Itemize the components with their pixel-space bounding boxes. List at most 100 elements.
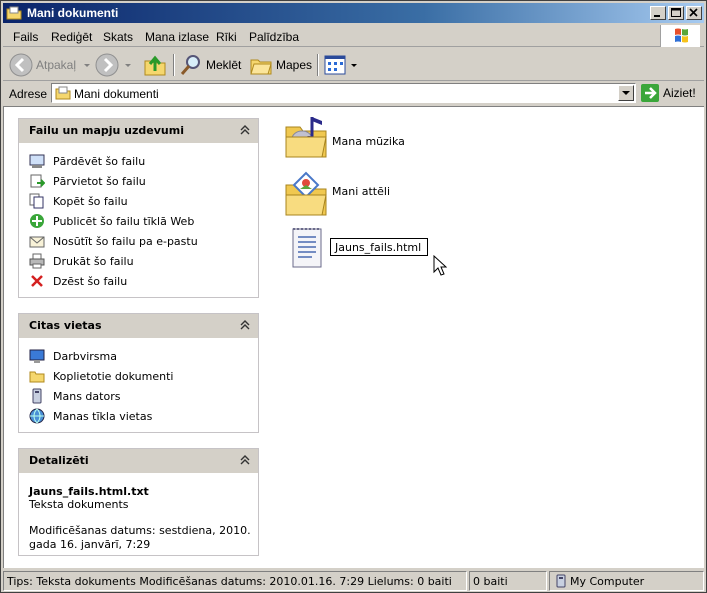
menu-help[interactable]: Palīdzība bbox=[249, 30, 299, 44]
chevron-down-icon bbox=[84, 64, 91, 67]
close-button[interactable] bbox=[686, 6, 702, 20]
email-icon bbox=[29, 233, 47, 249]
forward-arrow-icon bbox=[95, 53, 119, 77]
status-zone-text: My Computer bbox=[570, 575, 645, 588]
text-document-icon bbox=[290, 225, 324, 272]
computer-icon bbox=[554, 574, 568, 591]
menu-favorites[interactable]: Mana izlase bbox=[145, 30, 209, 44]
toolbar: Atpakaļ Meklēt Mapes bbox=[3, 49, 704, 81]
place-my-computer[interactable]: Mans dators bbox=[29, 386, 258, 406]
go-arrow-icon bbox=[641, 84, 659, 102]
details-modified-line2: gada 16. janvārī, 7:29 bbox=[29, 538, 151, 551]
status-size: 0 baiti bbox=[469, 571, 547, 591]
panel-title: Detalizēti bbox=[29, 454, 89, 467]
file-label: Mana mūzika bbox=[332, 135, 405, 148]
address-bar: Adrese Mani dokumenti Aiziet! bbox=[3, 82, 704, 104]
close-icon bbox=[689, 8, 698, 17]
views-icon bbox=[324, 55, 346, 75]
address-input[interactable]: Mani dokumenti bbox=[51, 83, 636, 103]
place-network[interactable]: Manas tīkla vietas bbox=[29, 406, 258, 426]
back-button[interactable]: Atpakaļ bbox=[9, 52, 92, 78]
views-button[interactable] bbox=[323, 52, 359, 78]
task-label: Drukāt šo failu bbox=[53, 254, 134, 268]
up-folder-icon bbox=[144, 55, 166, 76]
address-dropdown-button[interactable] bbox=[618, 85, 634, 101]
folders-icon bbox=[250, 59, 272, 75]
status-bar: Tips: Teksta dokuments Modificēšanas dat… bbox=[3, 570, 704, 591]
collapse-chevron-icon[interactable] bbox=[240, 454, 250, 469]
menu-view[interactable]: Skats bbox=[103, 30, 133, 44]
menu-bar: Fails Rediģēt Skats Mana izlase Rīki Pal… bbox=[3, 25, 704, 47]
task-label: Dzēst šo failu bbox=[53, 274, 128, 288]
toolbar-separator bbox=[317, 54, 319, 76]
search-icon bbox=[180, 55, 200, 75]
maximize-button[interactable] bbox=[668, 6, 684, 20]
file-item-my-music[interactable]: Mana mūzika bbox=[284, 113, 424, 161]
chevron-down-icon bbox=[125, 64, 131, 67]
minimize-button[interactable] bbox=[650, 6, 666, 20]
network-icon bbox=[29, 408, 47, 424]
details-panel-header[interactable]: Detalizēti bbox=[19, 449, 258, 473]
copy-icon bbox=[29, 193, 47, 209]
details-panel: Detalizēti Jauns_fails.html.txt Teksta d… bbox=[18, 448, 259, 556]
task-email[interactable]: Nosūtīt šo failu pa e-pastu bbox=[29, 231, 258, 251]
status-size-text: 0 baiti bbox=[473, 575, 508, 588]
details-file-type: Teksta dokuments bbox=[29, 498, 129, 511]
tasks-panel-header[interactable]: Failu un mapju uzdevumi bbox=[19, 119, 258, 143]
folders-label: Mapes bbox=[276, 58, 313, 72]
music-folder-icon bbox=[284, 113, 328, 162]
file-item-my-pictures[interactable]: Mani attēli bbox=[284, 169, 424, 219]
minimize-icon bbox=[654, 15, 660, 17]
rename-input[interactable]: Jauns_fails.html bbox=[330, 238, 428, 256]
place-label: Mans dators bbox=[53, 389, 121, 403]
back-label: Atpakaļ bbox=[36, 58, 77, 72]
task-move[interactable]: Pārvietot šo failu bbox=[29, 171, 258, 191]
task-print[interactable]: Drukāt šo failu bbox=[29, 251, 258, 271]
task-publish-web[interactable]: Publicēt šo failu tīklā Web bbox=[29, 211, 258, 231]
up-folder-button[interactable] bbox=[143, 52, 167, 78]
search-label: Meklēt bbox=[206, 58, 242, 72]
folder-icon bbox=[29, 368, 47, 384]
chevron-down-icon bbox=[351, 64, 357, 67]
publish-web-icon bbox=[29, 213, 47, 229]
go-label: Aiziet! bbox=[663, 86, 696, 100]
toolbar-separator bbox=[173, 54, 175, 76]
place-label: Manas tīkla vietas bbox=[53, 409, 153, 423]
address-label: Adrese bbox=[9, 87, 48, 101]
collapse-chevron-icon[interactable] bbox=[240, 319, 250, 334]
forward-button[interactable] bbox=[95, 52, 133, 78]
places-panel-header[interactable]: Citas vietas bbox=[19, 314, 258, 338]
details-modified-line1: Modificēšanas datums: sestdiena, 2010. bbox=[29, 524, 251, 537]
delete-icon bbox=[29, 273, 47, 289]
move-icon bbox=[29, 173, 47, 189]
task-rename[interactable]: Pārdēvēt šo failu bbox=[29, 151, 258, 171]
title-bar[interactable]: Mani dokumenti bbox=[3, 3, 704, 23]
folder-icon bbox=[55, 85, 71, 104]
go-button[interactable]: Aiziet! bbox=[641, 83, 696, 103]
place-label: Darbvirsma bbox=[53, 349, 117, 363]
task-delete[interactable]: Dzēst šo failu bbox=[29, 271, 258, 291]
folders-button[interactable]: Mapes bbox=[249, 52, 312, 78]
status-tips-text: Tips: Teksta dokuments Modificēšanas dat… bbox=[7, 575, 452, 588]
file-item-new-file[interactable] bbox=[290, 225, 330, 271]
search-button[interactable]: Meklēt bbox=[179, 52, 241, 78]
rename-icon bbox=[29, 153, 47, 169]
file-label: Mani attēli bbox=[332, 185, 391, 198]
menu-edit[interactable]: Rediģēt bbox=[51, 30, 92, 44]
task-label: Kopēt šo failu bbox=[53, 194, 128, 208]
place-desktop[interactable]: Darbvirsma bbox=[29, 346, 258, 366]
windows-logo-icon bbox=[660, 25, 700, 47]
status-zone: My Computer bbox=[549, 571, 704, 591]
task-label: Pārdēvēt šo failu bbox=[53, 154, 146, 168]
content-area: Failu un mapju uzdevumi Pārdēvēt šo fail… bbox=[3, 106, 704, 568]
menu-file[interactable]: Fails bbox=[13, 30, 38, 44]
chevron-down-icon bbox=[622, 91, 630, 95]
tasks-panel: Failu un mapju uzdevumi Pārdēvēt šo fail… bbox=[18, 118, 259, 298]
place-shared-documents[interactable]: Koplietotie dokumenti bbox=[29, 366, 258, 386]
window-title: Mani dokumenti bbox=[27, 6, 119, 20]
details-file-name: Jauns_fails.html.txt bbox=[29, 485, 149, 498]
maximize-icon bbox=[671, 8, 681, 17]
task-copy[interactable]: Kopēt šo failu bbox=[29, 191, 258, 211]
menu-tools[interactable]: Rīki bbox=[216, 30, 237, 44]
collapse-chevron-icon[interactable] bbox=[240, 124, 250, 139]
